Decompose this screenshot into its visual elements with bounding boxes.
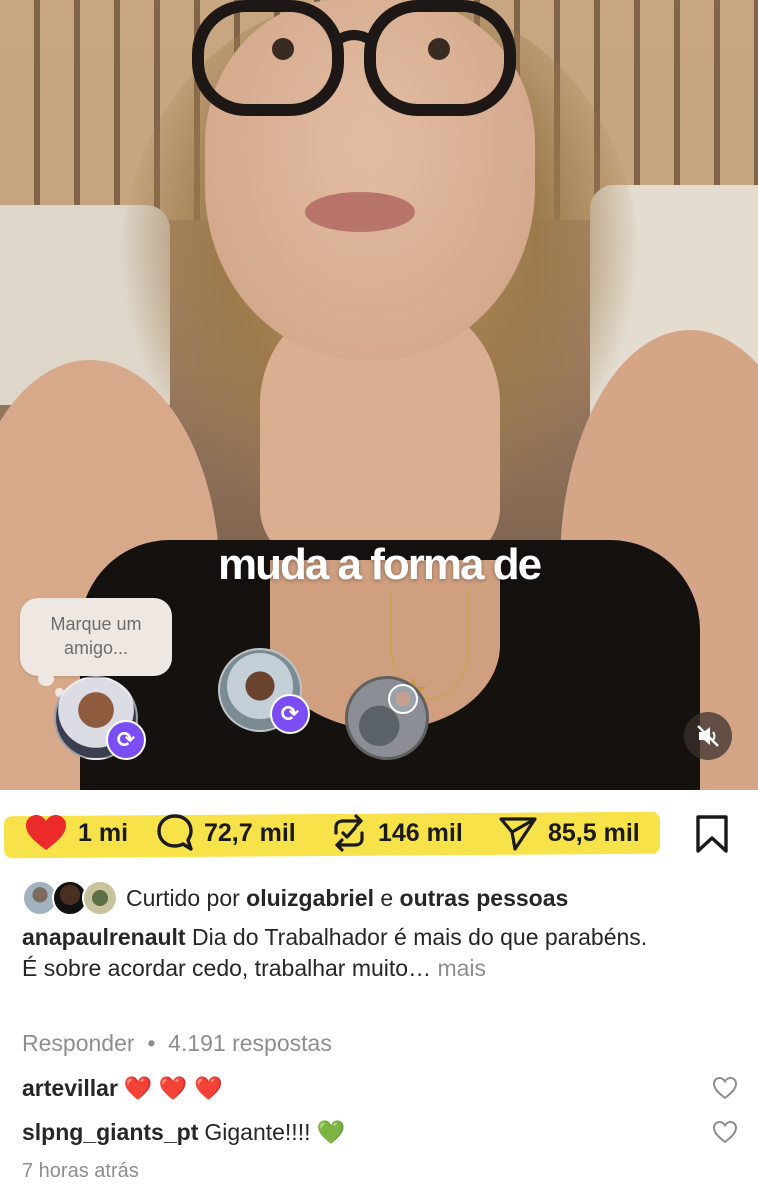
person-lips [305,192,415,232]
post-timestamp: 7 horas atrás [22,1160,139,1182]
action-bar: 1 mi 72,7 mil 146 mil 85,5 mil [0,800,758,864]
share-button[interactable]: 85,5 mil [498,810,640,856]
post-caption: anapaulrenault Dia do Trabalhador é mais… [22,922,722,984]
speaker-muted-icon [697,725,719,747]
comment-item: slpng_giants_pt Gigante!!!! 💚 [22,1114,742,1150]
heart-filled-icon [26,815,66,850]
reply-link[interactable]: Responder [22,1030,135,1056]
bubble-tail [38,672,54,686]
comment-count: 72,7 mil [204,818,296,847]
liked-by-user[interactable]: oluizgabriel [246,885,374,912]
liked-by-others[interactable]: outras pessoas [400,885,569,912]
caption-line-2: É sobre acordar cedo, trabalhar muito… [22,955,432,981]
friend-avatar-mini [388,684,418,714]
repost-count: 146 mil [378,818,463,847]
comment-username[interactable]: artevillar [22,1075,118,1102]
mute-button[interactable] [684,712,732,760]
like-button[interactable]: 1 mi [24,810,128,856]
liked-by-prefix: Curtido por [126,884,240,911]
liked-by-avatars [22,880,122,916]
comment-username[interactable]: slpng_giants_pt [22,1119,198,1146]
person-eye [428,38,450,60]
avatar [82,880,118,916]
reel-video[interactable]: ★ muda a forma de Marque um amigo... ⟳ ⟳ [0,0,758,790]
like-count: 1 mi [78,818,129,847]
repost-button[interactable]: 146 mil [330,810,463,856]
glasses-icon [192,0,516,116]
repost-check-icon [334,814,364,852]
replies-count-link[interactable]: 4.191 respostas [168,1030,332,1056]
comment-bubble-icon [157,814,193,851]
repost-badge-icon: ⟳ [270,694,310,734]
send-paper-plane-icon [499,817,537,851]
post-author[interactable]: anapaulrenault [22,924,186,950]
comment-item: artevillar ❤️ ❤️ ❤️ [22,1070,742,1106]
bookmark-icon[interactable] [694,814,730,854]
liked-by-row[interactable]: Curtido por oluizgabriel e outras pessoa… [22,878,568,918]
caption-line-1: Dia do Trabalhador é mais do que parabén… [192,924,648,950]
comment-text: Gigante!!!! 💚 [204,1118,346,1145]
comment-text: ❤️ ❤️ ❤️ [123,1074,223,1101]
heart-outline-icon[interactable] [712,1120,738,1144]
separator-dot: • [147,1030,156,1056]
reply-row: Responder • 4.191 respostas [22,1030,332,1057]
person-eye [272,38,294,60]
tag-friend-bubble[interactable]: Marque um amigo... [20,598,172,676]
liked-by-connector: e [380,884,394,911]
friend-avatar[interactable] [345,676,429,760]
comment-button[interactable]: 72,7 mil [156,810,296,856]
video-caption: muda a forma de [217,540,542,589]
heart-outline-icon[interactable] [712,1076,738,1100]
more-link[interactable]: mais [437,955,486,981]
repost-badge-icon: ⟳ [106,720,146,760]
share-count: 85,5 mil [548,818,640,847]
